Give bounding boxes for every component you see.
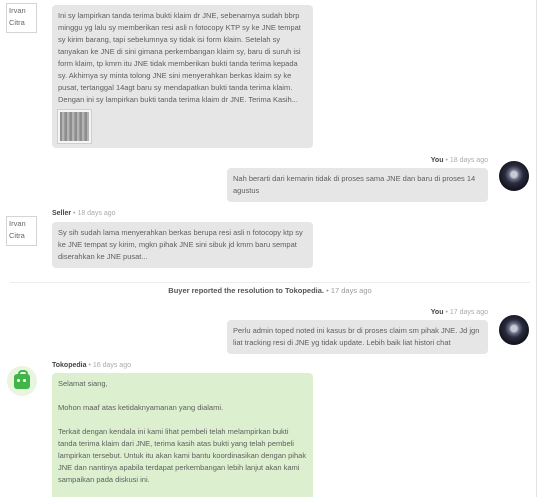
message-meta: Seller • 18 days ago (52, 210, 116, 217)
message-text: Sy sih sudah lama menyerahkan berkas ber… (58, 228, 303, 261)
message-time: 17 days ago (449, 309, 488, 316)
scroll-edge (536, 0, 537, 497)
seller-avatar-label: Irvan Citra (9, 6, 26, 27)
message-time: 18 days ago (449, 157, 488, 164)
meta-separator: • (445, 309, 448, 316)
sender-name: You (430, 157, 444, 164)
sender-name: Seller (52, 210, 72, 217)
message-time: 16 days ago (92, 362, 131, 369)
system-message-time: 17 days ago (330, 286, 372, 295)
user-avatar-icon (499, 161, 529, 191)
message-meta: You • 18 days ago (431, 157, 488, 164)
meta-separator: • (445, 157, 448, 164)
tokopedia-avatar (7, 366, 37, 396)
message-paragraph: Terkait dengan kendala ini kami lihat pe… (58, 427, 307, 484)
message-bubble: Nah berarti dari kemarin tidak di proses… (227, 168, 488, 202)
message-meta: Tokopedia • 16 days ago (52, 362, 131, 369)
seller-avatar: Irvan Citra (6, 3, 37, 33)
message-text: Ini sy lampirkan tanda terima bukti klai… (58, 11, 301, 104)
sender-name: You (430, 309, 444, 316)
message-meta: You • 17 days ago (431, 309, 488, 316)
message-paragraph: Mohon maaf atas ketidaknyamanan yang dia… (58, 403, 224, 412)
message-text: Nah berarti dari kemarin tidak di proses… (233, 174, 476, 195)
message-bubble: Selamat siang, Mohon maaf atas ketidakny… (52, 373, 313, 497)
system-message: Buyer reported the resolution to Tokoped… (0, 286, 540, 295)
message-paragraph: Selamat siang, (58, 379, 108, 388)
divider (10, 282, 530, 283)
meta-separator: • (73, 210, 76, 217)
tokopedia-logo-icon (14, 369, 30, 389)
meta-separator: • (88, 362, 91, 369)
message-bubble: Sy sih sudah lama menyerahkan berkas ber… (52, 222, 313, 268)
message-bubble: Perlu admin toped noted ini kasus br di … (227, 320, 488, 354)
attachment-thumbnail[interactable] (57, 109, 92, 144)
meta-separator: • (326, 286, 329, 295)
system-message-text: Buyer reported the resolution to Tokoped… (168, 286, 324, 295)
sender-name: Tokopedia (52, 362, 87, 369)
message-text: Perlu admin toped noted ini kasus br di … (233, 326, 480, 347)
message-time: 18 days ago (77, 210, 116, 217)
message-bubble: Ini sy lampirkan tanda terima bukti klai… (52, 5, 313, 148)
seller-avatar: Irvan Citra (6, 216, 37, 246)
seller-avatar-label: Irvan Citra (9, 219, 26, 240)
user-avatar-icon (499, 315, 529, 345)
